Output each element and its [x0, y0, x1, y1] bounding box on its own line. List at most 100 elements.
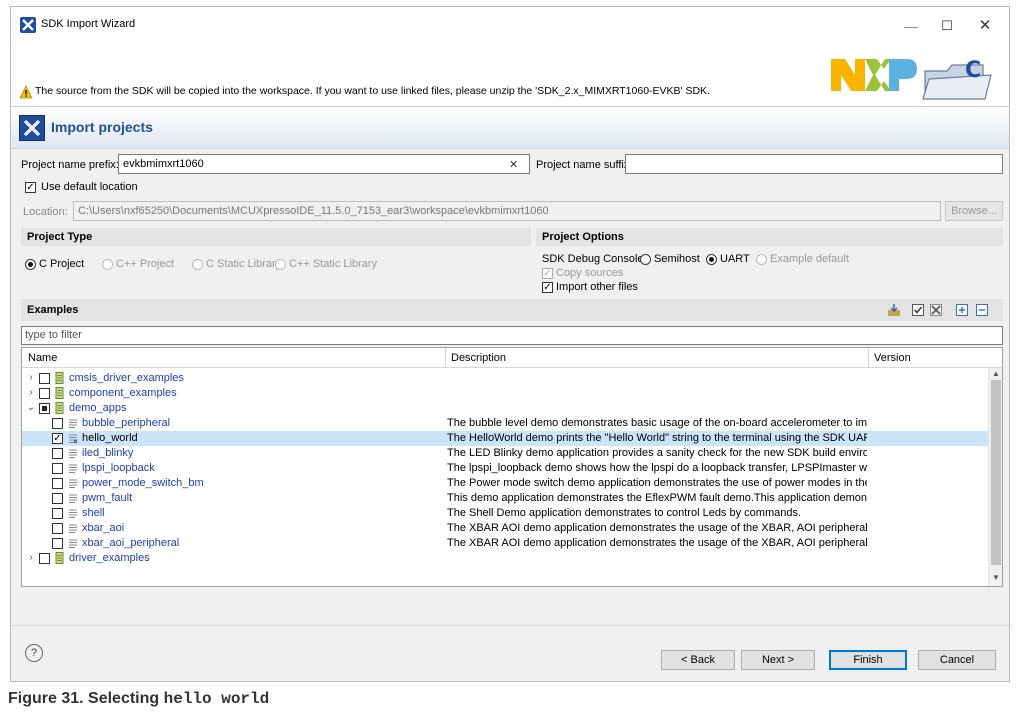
clear-prefix-icon[interactable]: ✕ [509, 158, 518, 171]
column-version[interactable]: Version [874, 352, 911, 364]
row-name: xbar_aoi [82, 522, 125, 534]
tree-row-driver-examples[interactable]: › driver_examples [22, 551, 988, 566]
tree-scrollbar[interactable]: ▲ ▼ [988, 368, 1002, 586]
row-checkbox[interactable] [52, 538, 63, 549]
app-icon [20, 17, 36, 33]
suffix-input[interactable] [625, 154, 1003, 174]
label-cpp-project: C++ Project [116, 258, 175, 270]
row-checkbox[interactable] [52, 418, 63, 429]
row-checkbox[interactable] [52, 478, 63, 489]
maximize-button[interactable]: ☐ [927, 13, 967, 39]
tree-header: Name Description Version [22, 348, 1002, 368]
title-bar: SDK Import Wizard — ☐ ✕ [11, 7, 1009, 43]
tree-row-xbar-aoi[interactable]: xbar_aoi The XBAR AOI demo application d… [22, 521, 988, 536]
select-all-icon[interactable] [911, 303, 925, 317]
tree-row-demo-apps[interactable]: ⌄ demo_apps [22, 401, 988, 416]
close-button[interactable]: ✕ [965, 13, 1005, 39]
row-checkbox[interactable] [52, 448, 63, 459]
project-type-header: Project Type [21, 228, 531, 246]
tree-row-shell[interactable]: shell The Shell Demo application demonst… [22, 506, 988, 521]
prefix-label: Project name prefix: [21, 159, 119, 171]
radio-cpp-project[interactable] [102, 259, 113, 270]
package-icon [55, 552, 64, 564]
cancel-button[interactable]: Cancel [918, 650, 996, 670]
row-name: xbar_aoi_peripheral [82, 537, 180, 549]
row-checkbox[interactable] [39, 403, 50, 414]
row-checkbox[interactable] [52, 508, 63, 519]
scroll-up-icon[interactable]: ▲ [990, 369, 1002, 378]
scroll-thumb[interactable] [991, 380, 1001, 565]
radio-uart[interactable] [706, 254, 717, 265]
import-other-files-checkbox[interactable] [542, 282, 553, 293]
row-checkbox[interactable] [39, 553, 50, 564]
row-checkbox[interactable] [52, 463, 63, 474]
row-description: The XBAR AOI demo application demonstrat… [447, 537, 867, 549]
row-description: This demo application demonstrates the E… [447, 492, 867, 504]
back-button[interactable]: < Back [661, 650, 735, 670]
row-name: lpspi_loopback [82, 462, 155, 474]
page-title: Import projects [51, 119, 153, 135]
expand-icon[interactable]: › [26, 552, 36, 563]
page-heading-bar: Import projects [11, 107, 1009, 149]
row-checkbox[interactable] [52, 433, 63, 444]
column-separator [445, 348, 446, 368]
prefix-input[interactable]: evkbmimxrt1060 [118, 154, 530, 174]
browse-button: Browse... [945, 201, 1003, 221]
column-name[interactable]: Name [28, 352, 57, 364]
help-icon[interactable]: ? [25, 644, 43, 662]
tree-row-cmsis-driver-examples[interactable]: › cmsis_driver_examples [22, 371, 988, 386]
tree-row-hello-world[interactable]: hello_world The HelloWorld demo prints t… [22, 431, 988, 446]
finish-button[interactable]: Finish [829, 650, 907, 670]
examples-filter-input[interactable]: type to filter [21, 326, 1003, 345]
row-description: The XBAR AOI demo application demonstrat… [447, 522, 867, 534]
import-archive-icon[interactable] [887, 303, 901, 317]
label-cpp-static-library: C++ Static Library [289, 258, 378, 270]
tree-row-iled-blinky[interactable]: iled_blinky The LED Blinky demo applicat… [22, 446, 988, 461]
radio-semihost[interactable] [640, 254, 651, 265]
label-example-default: Example default [770, 253, 849, 265]
copy-sources-checkbox[interactable] [542, 268, 553, 279]
use-default-location-checkbox[interactable] [25, 182, 36, 193]
sdk-import-wizard-window: SDK Import Wizard — ☐ ✕ The source from … [10, 6, 1010, 682]
row-checkbox[interactable] [39, 388, 50, 399]
example-icon [69, 524, 77, 533]
row-checkbox[interactable] [52, 493, 63, 504]
example-icon [69, 539, 77, 548]
tree-row-xbar-aoi-peripheral[interactable]: xbar_aoi_peripheral The XBAR AOI demo ap… [22, 536, 988, 551]
expand-icon[interactable]: › [26, 372, 36, 383]
package-icon [55, 372, 64, 384]
c-folder-icon: C [922, 58, 992, 100]
expand-all-icon[interactable] [955, 303, 969, 317]
warning-message: The source from the SDK will be copied i… [35, 85, 710, 97]
use-default-location-label: Use default location [41, 181, 138, 193]
row-description: The Power mode switch demo application d… [447, 477, 867, 489]
deselect-all-icon[interactable] [929, 303, 943, 317]
row-checkbox[interactable] [52, 523, 63, 534]
row-description: The Shell Demo application demonstrates … [447, 507, 802, 519]
tree-row-lpspi-loopback[interactable]: lpspi_loopback The lpspi_loopback demo s… [22, 461, 988, 476]
tree-row-power-mode-switch-bm[interactable]: power_mode_switch_bm The Power mode swit… [22, 476, 988, 491]
example-icon [69, 434, 78, 444]
row-checkbox[interactable] [39, 373, 50, 384]
examples-title: Examples [27, 304, 79, 316]
radio-c-static-library[interactable] [192, 259, 203, 270]
tree-row-component-examples[interactable]: › component_examples [22, 386, 988, 401]
example-icon [69, 419, 77, 428]
project-options-header: Project Options [536, 228, 1003, 246]
import-icon [19, 115, 45, 141]
collapse-all-icon[interactable] [975, 303, 989, 317]
radio-cpp-static-library[interactable] [275, 259, 286, 270]
tree-row-bubble-peripheral[interactable]: bubble_peripheral The bubble level demo … [22, 416, 988, 431]
row-name: driver_examples [69, 552, 150, 564]
radio-c-project[interactable] [25, 259, 36, 270]
scroll-down-icon[interactable]: ▼ [990, 573, 1002, 582]
tree-row-pwm-fault[interactable]: pwm_fault This demo application demonstr… [22, 491, 988, 506]
collapse-icon[interactable]: ⌄ [26, 402, 36, 413]
expand-icon[interactable]: › [26, 387, 36, 398]
next-button[interactable]: Next > [741, 650, 815, 670]
column-description[interactable]: Description [451, 352, 506, 364]
label-c-static-library: C Static Library [206, 258, 282, 270]
radio-example-default[interactable] [756, 254, 767, 265]
wizard-banner: The source from the SDK will be copied i… [11, 43, 1009, 107]
minimize-button[interactable]: — [891, 13, 931, 39]
